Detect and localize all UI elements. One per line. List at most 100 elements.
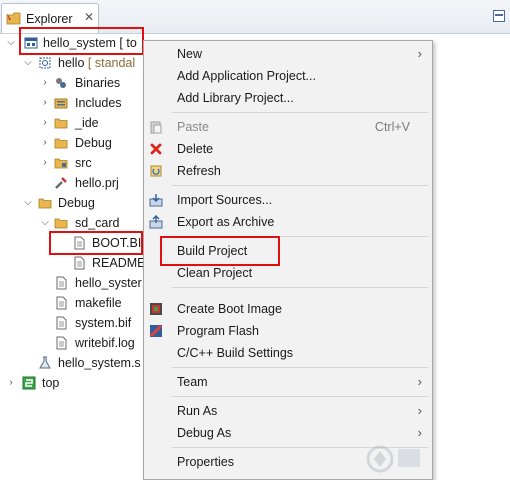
menu-item-new[interactable]: New › — [144, 43, 432, 65]
tree-item-system-bif[interactable]: system.bif — [0, 313, 145, 333]
application-project-icon — [39, 57, 51, 69]
file-icon — [56, 336, 67, 350]
chevron-down-icon[interactable]: ⌵ — [6, 33, 16, 53]
menu-item-shortcut: Ctrl+V — [374, 120, 410, 134]
context-menu: New › Add Application Project... Add Lib… — [143, 40, 433, 480]
menu-item-import-sources[interactable]: Import Sources... — [144, 189, 432, 211]
menu-item-label: Import Sources... — [177, 193, 273, 207]
refresh-icon — [150, 165, 162, 177]
chevron-down-icon[interactable]: ⌵ — [23, 53, 33, 73]
menu-item-label: Program Flash — [177, 324, 259, 338]
minimize-icon[interactable] — [493, 10, 505, 25]
chevron-right-icon[interactable]: › — [40, 153, 50, 173]
explorer-tab-label: Explorer — [26, 12, 73, 26]
file-icon — [74, 256, 85, 270]
tree-item-label: makefile — [75, 296, 122, 310]
paste-icon — [150, 121, 162, 134]
file-icon — [74, 236, 85, 250]
chevron-down-icon[interactable]: ⌵ — [23, 193, 33, 213]
tree-item-label: README — [92, 256, 146, 270]
tree-item-label: Debug — [75, 136, 112, 150]
source-folder-icon — [54, 158, 68, 169]
tree-item-writebif-log[interactable]: writebif.log — [0, 333, 145, 353]
tree-item-hello-system[interactable]: ⌵ hello_system [ to — [0, 33, 150, 53]
tree-item-debug-folder[interactable]: › Debug — [0, 133, 145, 153]
menu-item-label: Debug As — [177, 426, 232, 440]
tree-item-label: top — [42, 376, 60, 390]
tree-item-label: writebif.log — [75, 336, 135, 350]
menu-separator — [172, 112, 428, 113]
menu-item-add-application-project[interactable]: Add Application Project... — [144, 65, 432, 87]
export-icon — [149, 215, 163, 229]
menu-item-delete[interactable]: Delete — [144, 138, 432, 160]
binaries-icon — [56, 78, 66, 88]
menu-item-add-library-project[interactable]: Add Library Project... — [144, 87, 432, 109]
tree-item-sd-card-folder[interactable]: ⌵ sd_card — [0, 213, 145, 233]
tree-item-label: hello.prj — [75, 176, 119, 190]
tree-item-src-folder[interactable]: › src — [0, 153, 145, 173]
chevron-right-icon[interactable]: › — [40, 133, 50, 153]
menu-item-clean-project[interactable]: Clean Project — [144, 262, 432, 284]
menu-item-create-boot-image[interactable]: Create Boot Image — [144, 298, 432, 320]
menu-item-label: Add Library Project... — [177, 91, 294, 105]
menu-item-label: Properties — [177, 455, 234, 469]
close-icon[interactable]: ✕ — [84, 10, 94, 24]
tree-item-hello-system-file[interactable]: hello_syster — [0, 273, 145, 293]
menu-item-label: Team — [177, 375, 208, 389]
chevron-right-icon: › — [417, 403, 422, 418]
menu-item-export-archive[interactable]: Export as Archive — [144, 211, 432, 233]
tree-item-label: BOOT.BI — [92, 236, 142, 250]
tree-item-makefile[interactable]: makefile — [0, 293, 145, 313]
tree-item-label: Binaries — [75, 76, 121, 90]
explorer-view-header: Explorer ✕ — [0, 0, 510, 34]
delete-icon — [150, 143, 162, 155]
chevron-right-icon: › — [417, 46, 422, 61]
tree-item-label: hello_system [ to — [43, 36, 137, 50]
chevron-down-icon[interactable]: ⌵ — [40, 213, 50, 233]
import-icon — [149, 194, 163, 207]
boot-image-icon — [150, 303, 162, 315]
menu-item-run-as[interactable]: Run As › — [144, 400, 432, 422]
tree-item-readme[interactable]: README — [0, 253, 145, 273]
tree-item-ide-folder[interactable]: › _ide — [0, 113, 145, 133]
menu-item-label: Delete — [177, 142, 214, 156]
tree-item-label: sd_card — [75, 216, 120, 230]
menu-item-paste[interactable]: Paste Ctrl+V — [144, 116, 432, 138]
menu-item-team[interactable]: Team › — [144, 371, 432, 393]
menu-item-label: Run As — [177, 404, 218, 418]
program-flash-icon — [149, 324, 163, 338]
menu-item-label: Add Application Project... — [177, 69, 316, 83]
chevron-right-icon[interactable]: › — [6, 373, 16, 393]
menu-item-cpp-build-settings[interactable]: C/C++ Build Settings — [144, 342, 432, 364]
tree-item-binaries[interactable]: › Binaries — [0, 73, 145, 93]
tree-item-top[interactable]: › top — [0, 373, 145, 393]
menu-item-label: Create Boot Image — [177, 302, 282, 316]
includes-icon — [54, 98, 68, 109]
tree-item-label: system.bif — [75, 316, 132, 330]
menu-item-label: Paste — [177, 120, 209, 134]
tree-item-includes[interactable]: › Includes — [0, 93, 145, 113]
explorer-tab[interactable]: Explorer ✕ — [1, 3, 99, 33]
tree-item-hello-prj[interactable]: hello.prj — [0, 173, 145, 193]
menu-item-build-project[interactable]: Build Project — [144, 240, 432, 262]
hardware-project-icon — [22, 376, 36, 390]
file-icon — [56, 276, 67, 290]
tree-item-decoration: [ standal — [84, 56, 136, 70]
tree-item-text: hello [ standal — [58, 53, 135, 73]
tree-item-boot-bin[interactable]: BOOT.BI — [0, 233, 145, 253]
menu-item-label: Export as Archive — [177, 215, 275, 229]
menu-separator — [172, 287, 428, 288]
tree-item-debug-system-folder[interactable]: ⌵ Debug — [0, 193, 145, 213]
chevron-right-icon[interactable]: › — [40, 73, 50, 93]
tree-item-label: _ide — [75, 116, 99, 130]
menu-separator — [172, 396, 428, 397]
tree-item-hello[interactable]: ⌵ hello [ standal — [0, 53, 145, 73]
system-project-icon — [24, 37, 38, 49]
explorer-icon — [6, 11, 22, 30]
chevron-right-icon[interactable]: › — [40, 113, 50, 133]
chevron-right-icon: › — [417, 374, 422, 389]
menu-item-program-flash[interactable]: Program Flash — [144, 320, 432, 342]
chevron-right-icon[interactable]: › — [40, 93, 50, 113]
tree-item-hello-system-sprj[interactable]: hello_system.s — [0, 353, 145, 373]
menu-item-refresh[interactable]: Refresh — [144, 160, 432, 182]
